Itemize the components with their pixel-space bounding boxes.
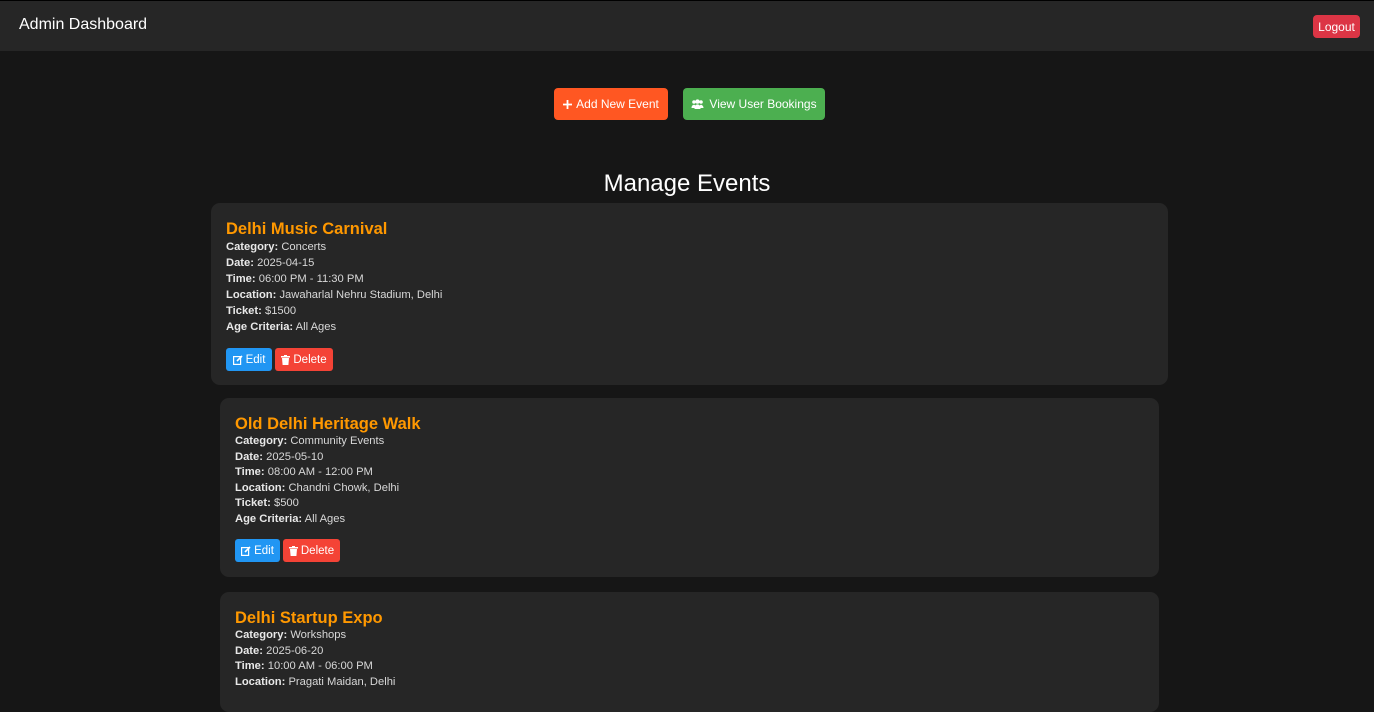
event-time: Time: 06:00 PM - 11:30 PM [226,273,364,285]
time-value: 10:00 AM - 06:00 PM [267,660,373,672]
edit-icon [241,545,251,556]
location-label: Location: [235,482,286,494]
event-date: Date: 2025-06-20 [235,645,323,657]
event-time: Time: 10:00 AM - 06:00 PM [235,660,373,672]
event-title: Delhi Music Carnival [226,220,388,238]
location-value: Pragati Maidan, Delhi [288,676,396,688]
event-category: Category: Concerts [226,241,326,253]
ticket-value: $500 [273,497,299,509]
date-value: 2025-06-20 [266,645,324,657]
event-date: Date: 2025-04-15 [226,257,314,269]
date-label: Date: [235,451,263,463]
delete-button[interactable]: Delete [275,348,333,371]
edit-label: Edit [254,544,274,557]
event-ticket: Ticket: $500 [235,497,299,509]
event-ticket: Ticket: $1500 [226,305,296,317]
edit-label: Edit [245,353,266,366]
event-card: Old Delhi Heritage Walk Category: Commun… [220,398,1159,577]
event-card: Delhi Music Carnival Category: Concerts … [211,203,1168,385]
event-card: Delhi Startup Expo Category: Workshops D… [220,592,1159,712]
category-label: Category: [226,241,279,253]
app-title: Admin Dashboard [19,16,148,33]
add-new-event-button[interactable]: Add New Event [554,88,668,120]
view-user-bookings-label: View User Bookings [709,97,817,111]
users-icon [691,99,704,109]
event-title: Old Delhi Heritage Walk [235,415,421,433]
age-value: All Ages [295,321,337,333]
edit-button[interactable]: Edit [226,348,272,371]
event-title: Delhi Startup Expo [235,609,383,627]
delete-label: Delete [300,544,335,557]
age-label: Age Criteria: [226,321,294,333]
category-label: Category: [235,435,288,447]
time-value: 06:00 PM - 11:30 PM [258,273,364,285]
action-bar: Add New Event View User Bookings [0,88,1374,120]
time-label: Time: [235,466,265,478]
event-age-criteria: Age Criteria: All Ages [226,321,336,333]
view-user-bookings-button[interactable]: View User Bookings [683,88,825,120]
category-value: Concerts [281,241,327,253]
delete-label: Delete [293,353,327,366]
add-new-event-label: Add New Event [576,97,659,111]
delete-button[interactable]: Delete [283,539,340,562]
top-navbar: Admin Dashboard Logout [0,0,1374,51]
edit-button[interactable]: Edit [235,539,280,562]
location-value: Chandni Chowk, Delhi [288,482,400,494]
page-title: Manage Events [603,170,771,197]
date-label: Date: [226,257,254,269]
age-label: Age Criteria: [235,513,303,525]
edit-icon [232,354,243,365]
event-category: Category: Workshops [235,629,346,641]
event-age-criteria: Age Criteria: All Ages [235,513,345,525]
event-date: Date: 2025-05-10 [235,451,323,463]
ticket-value: $1500 [264,305,297,317]
event-location: Location: Chandni Chowk, Delhi [235,482,399,494]
event-category: Category: Community Events [235,435,384,447]
time-label: Time: [235,660,265,672]
location-value: Jawaharlal Nehru Stadium, Delhi [279,289,443,301]
age-value: All Ages [304,513,346,525]
time-value: 08:00 AM - 12:00 PM [267,466,373,478]
time-label: Time: [226,273,256,285]
location-label: Location: [235,676,286,688]
category-label: Category: [235,629,288,641]
event-location: Location: Pragati Maidan, Delhi [235,676,395,688]
ticket-label: Ticket: [235,497,271,509]
ticket-label: Ticket: [226,305,262,317]
date-value: 2025-04-15 [257,257,315,269]
trash-icon [288,545,298,556]
event-location: Location: Jawaharlal Nehru Stadium, Delh… [226,289,442,301]
plus-icon [563,99,573,109]
trash-icon [281,354,291,365]
logout-button[interactable]: Logout [1313,15,1360,38]
category-value: Workshops [290,629,347,641]
location-label: Location: [226,289,277,301]
category-value: Community Events [290,435,385,447]
event-time: Time: 08:00 AM - 12:00 PM [235,466,373,478]
date-value: 2025-05-10 [266,451,324,463]
date-label: Date: [235,645,263,657]
